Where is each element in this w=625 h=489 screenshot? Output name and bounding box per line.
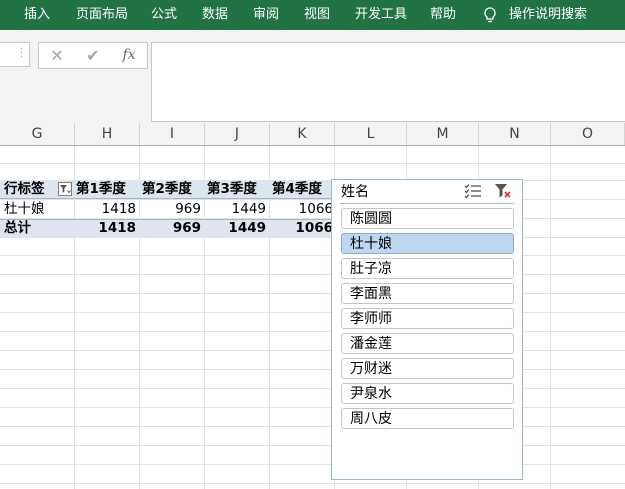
tab-page-layout[interactable]: 页面布局: [76, 0, 128, 30]
tab-developer[interactable]: 开发工具: [355, 0, 407, 30]
tab-view[interactable]: 视图: [304, 0, 330, 30]
pivot-cell-q1[interactable]: 1418: [75, 200, 140, 219]
pivot-col-header-q2[interactable]: 第2季度: [142, 180, 206, 199]
multi-select-icon[interactable]: [464, 183, 482, 199]
cancel-icon[interactable]: ✕: [47, 43, 67, 68]
tell-me-search[interactable]: 操作说明搜索: [509, 0, 587, 30]
pivot-cell-q4[interactable]: 1066: [270, 200, 335, 219]
filter-dropdown-icon[interactable]: [58, 182, 72, 196]
column-header-m[interactable]: M: [407, 123, 479, 145]
formula-input[interactable]: [151, 42, 625, 122]
column-header-n[interactable]: N: [479, 123, 551, 145]
ribbon-tab-bar: 插入 页面布局 公式 数据 审阅 视图 开发工具 帮助 操作说明搜索: [0, 0, 625, 30]
slicer-title: 姓名: [341, 184, 369, 200]
column-header-j[interactable]: J: [205, 123, 270, 145]
slicer-item[interactable]: 潘金莲: [341, 333, 514, 354]
clear-filter-icon[interactable]: [494, 183, 512, 199]
pivot-row-label[interactable]: 杜十娘: [4, 200, 74, 219]
column-header-i[interactable]: I: [140, 123, 205, 145]
pivot-col-header-q1[interactable]: 第1季度: [76, 180, 140, 199]
tab-formulas[interactable]: 公式: [151, 0, 177, 30]
pivot-total-q2[interactable]: 969: [140, 219, 205, 238]
slicer-panel[interactable]: 姓名 陈圆圆 杜十娘 肚子凉 李面黑 李师师 潘金莲 万财迷 尹泉水 周八皮: [331, 179, 523, 480]
lightbulb-icon[interactable]: [483, 7, 497, 23]
pivot-cell-q3[interactable]: 1449: [205, 200, 270, 219]
slicer-item[interactable]: 万财迷: [341, 358, 514, 379]
name-box[interactable]: [0, 42, 30, 67]
pivot-total-label[interactable]: 总计: [4, 219, 74, 238]
tab-data[interactable]: 数据: [202, 0, 228, 30]
pivot-col-header-q4[interactable]: 第4季度: [272, 180, 334, 199]
pivot-total-q4[interactable]: 1066: [270, 219, 335, 238]
slicer-header-divider: [340, 203, 514, 204]
tab-review[interactable]: 审阅: [253, 0, 279, 30]
more-options-icon[interactable]: · · ·: [20, 45, 23, 63]
pivot-cell-q2[interactable]: 969: [140, 200, 205, 219]
column-header-l[interactable]: L: [335, 123, 407, 145]
slicer-item[interactable]: 肚子凉: [341, 258, 514, 279]
pivot-col-header-q3[interactable]: 第3季度: [207, 180, 271, 199]
slicer-item[interactable]: 李师师: [341, 308, 514, 329]
tab-help[interactable]: 帮助: [430, 0, 456, 30]
slicer-item[interactable]: 李面黑: [341, 283, 514, 304]
column-header-bar: G H I J K L M N O: [0, 123, 625, 146]
insert-function-icon[interactable]: fx: [119, 43, 139, 68]
column-header-o[interactable]: O: [551, 123, 625, 145]
pivot-total-q3[interactable]: 1449: [205, 219, 270, 238]
slicer-item[interactable]: 周八皮: [341, 408, 514, 429]
formula-buttons: ✕ ✔ fx: [38, 42, 148, 69]
tab-insert[interactable]: 插入: [24, 0, 50, 30]
slicer-item[interactable]: 尹泉水: [341, 383, 514, 404]
column-header-g[interactable]: G: [0, 123, 75, 145]
column-header-h[interactable]: H: [75, 123, 140, 145]
pivot-total-q1[interactable]: 1418: [75, 219, 140, 238]
enter-icon[interactable]: ✔: [83, 43, 103, 68]
column-header-k[interactable]: K: [270, 123, 335, 145]
slicer-item-selected[interactable]: 杜十娘: [341, 233, 514, 254]
pivot-row-label-header[interactable]: 行标签: [4, 180, 56, 199]
slicer-item[interactable]: 陈圆圆: [341, 208, 514, 229]
